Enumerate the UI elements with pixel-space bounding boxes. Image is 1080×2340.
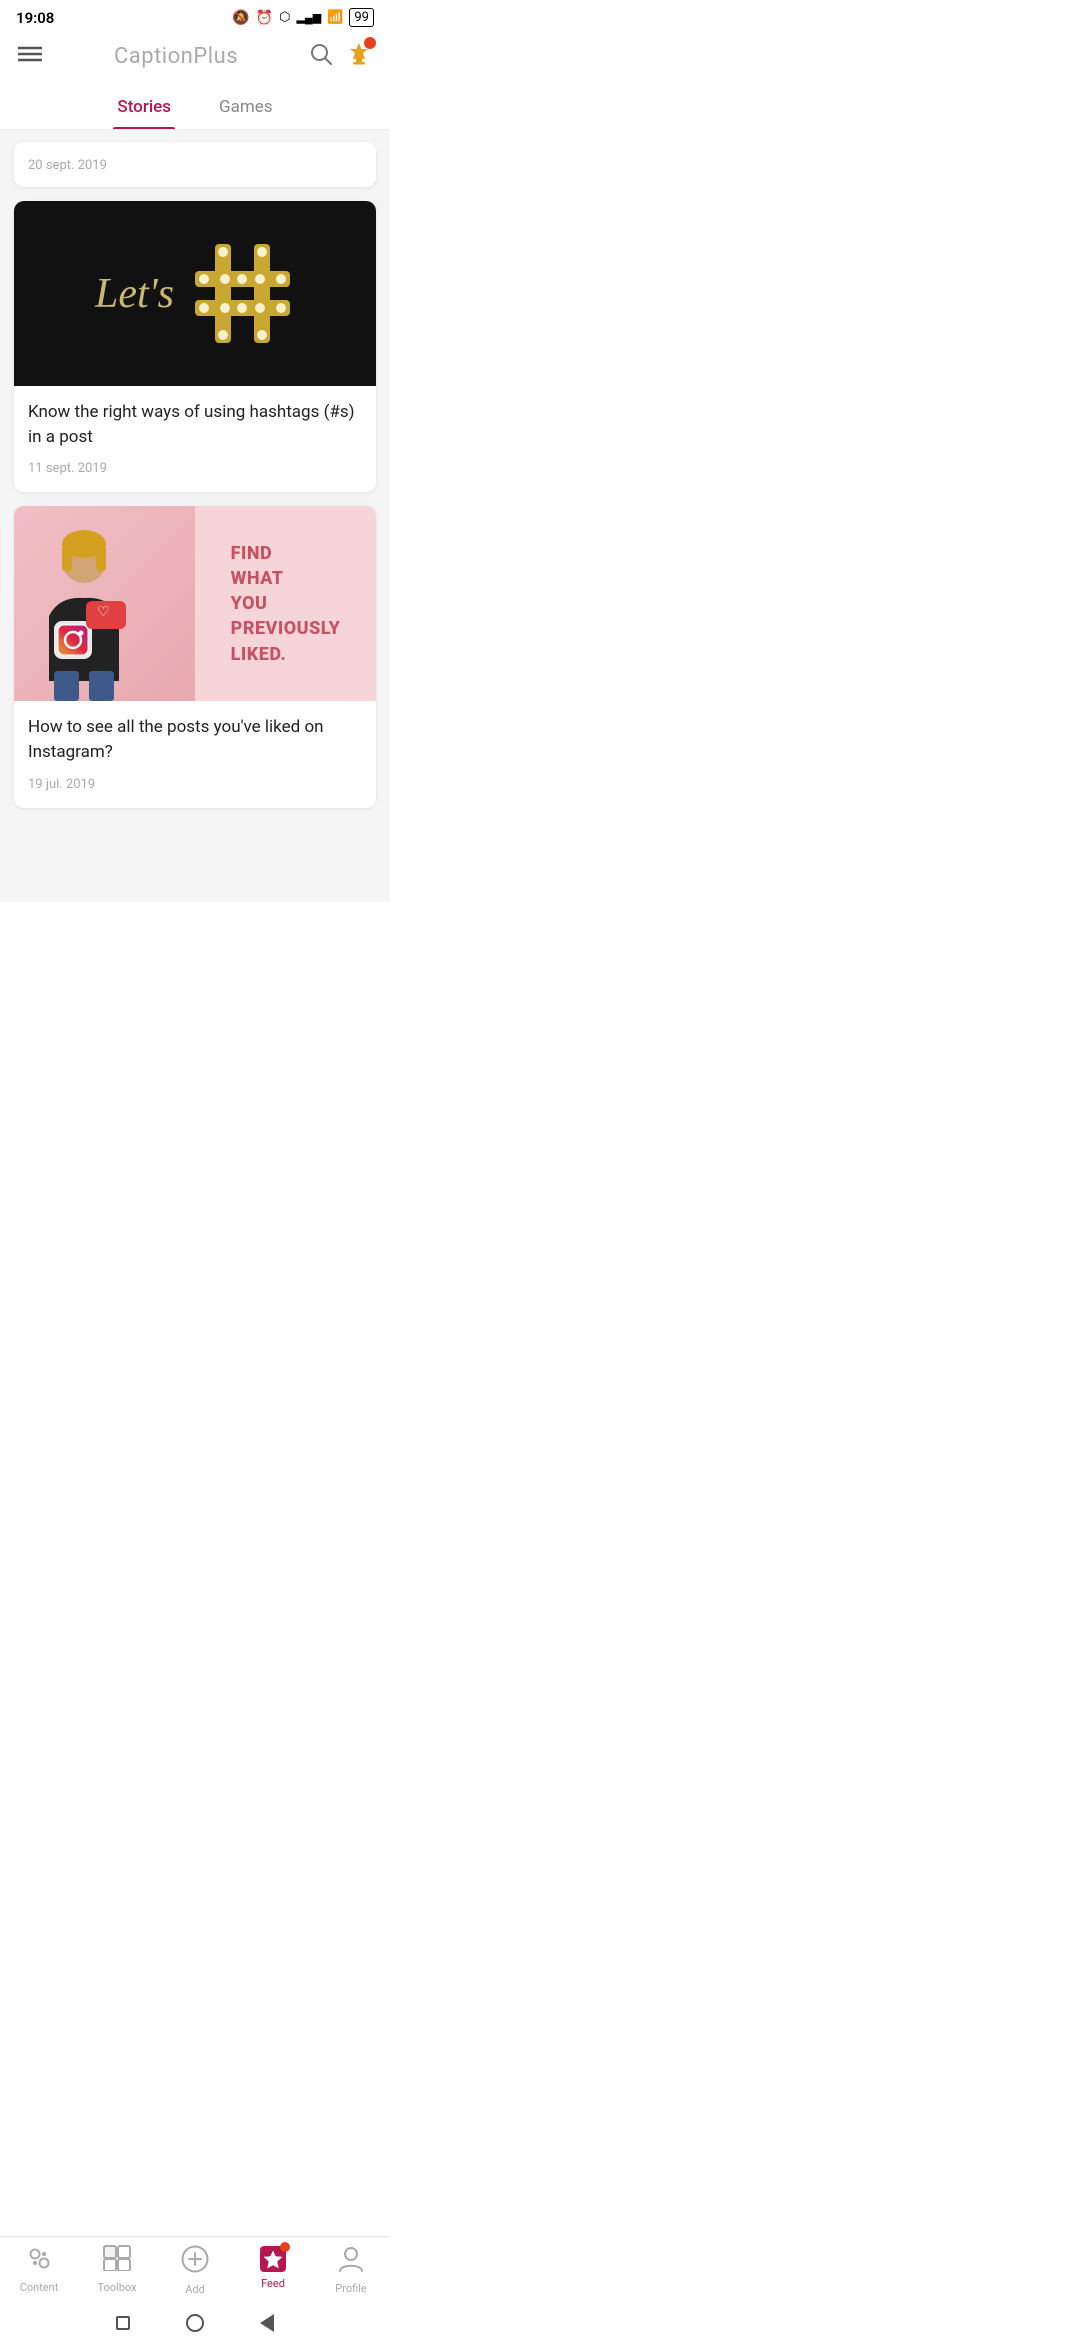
card-hashtag-title: Know the right ways of using hashtags (#… <box>28 400 362 449</box>
toolbox-icon <box>103 2245 131 2277</box>
add-nav-label: Add <box>185 2283 205 2296</box>
mute-icon: 🔕 <box>232 10 249 26</box>
status-icons: 🔕 ⏰ ⬡ ▂▄▆ 📶 99 <box>232 8 374 27</box>
tab-games[interactable]: Games <box>215 89 277 129</box>
status-time: 19:08 <box>16 9 54 27</box>
content-icon <box>26 2245 52 2277</box>
signal-icon: ▂▄▆ <box>296 11 321 24</box>
person-svg: ♡ <box>24 526 144 701</box>
battery-icon: 99 <box>349 8 374 27</box>
svg-text:♡: ♡ <box>97 603 110 619</box>
card-hashtag[interactable]: Let's <box>14 201 376 492</box>
feed-icon <box>259 2245 287 2273</box>
bottom-nav: Content Toolbox Add <box>0 2236 390 2306</box>
card-instagram-date: 19 jul. 2019 <box>28 777 95 792</box>
nav-item-profile[interactable]: Profile <box>321 2245 381 2296</box>
nav-item-toolbox[interactable]: Toolbox <box>87 2245 147 2296</box>
app-title: CaptionPlus <box>114 44 238 69</box>
find-text: FINDWHATYOUPREVIOUSLYLIKED. <box>231 541 341 667</box>
card-hashtag-date: 11 sept. 2019 <box>28 461 107 476</box>
add-icon <box>181 2245 209 2279</box>
trophy-notification-badge <box>364 37 376 49</box>
android-nav-bar <box>0 2306 390 2340</box>
card-hashtag-image: Let's <box>14 201 376 386</box>
card-instagram[interactable]: ♡ FINDWHATY <box>14 506 376 807</box>
header: CaptionPlus <box>0 31 390 81</box>
card-partial[interactable]: 20 sept. 2019 <box>14 142 376 187</box>
wifi-icon: 📶 <box>327 10 343 25</box>
content-area: 20 sept. 2019 Let's <box>0 130 390 902</box>
bluetooth-icon: ⬡ <box>279 10 290 25</box>
android-recent-apps[interactable] <box>113 2313 133 2333</box>
nav-item-content[interactable]: Content <box>9 2245 69 2296</box>
instagram-person-side: ♡ <box>14 506 195 701</box>
instagram-text-side: FINDWHATYOUPREVIOUSLYLIKED. <box>195 506 376 701</box>
search-button[interactable] <box>310 43 332 69</box>
card-partial-date: 20 sept. 2019 <box>28 158 107 173</box>
nav-item-add[interactable]: Add <box>165 2245 225 2296</box>
nav-item-feed[interactable]: Feed <box>243 2245 303 2296</box>
toolbox-nav-label: Toolbox <box>97 2281 136 2294</box>
header-actions <box>310 41 372 71</box>
profile-nav-label: Profile <box>335 2282 366 2295</box>
content-nav-label: Content <box>20 2281 59 2294</box>
card-instagram-image: ♡ FINDWHATY <box>14 506 376 701</box>
android-back[interactable] <box>257 2313 277 2333</box>
tabs-bar: Stories Games <box>0 81 390 130</box>
menu-button[interactable] <box>18 45 42 68</box>
card-hashtag-body: Know the right ways of using hashtags (#… <box>14 386 376 492</box>
trophy-button[interactable] <box>346 41 372 71</box>
tab-stories[interactable]: Stories <box>113 89 175 129</box>
alarm-icon: ⏰ <box>256 10 273 26</box>
card-instagram-body: How to see all the posts you've liked on… <box>14 701 376 807</box>
feed-notification-badge <box>280 2242 290 2252</box>
status-bar: 19:08 🔕 ⏰ ⬡ ▂▄▆ 📶 99 <box>0 0 390 31</box>
card-instagram-title: How to see all the posts you've liked on… <box>28 715 362 764</box>
profile-icon <box>338 2245 364 2278</box>
hashtag-bulb-svg <box>190 236 295 351</box>
feed-nav-label: Feed <box>261 2277 285 2290</box>
android-home[interactable] <box>185 2313 205 2333</box>
lets-text: Let's <box>95 270 174 318</box>
